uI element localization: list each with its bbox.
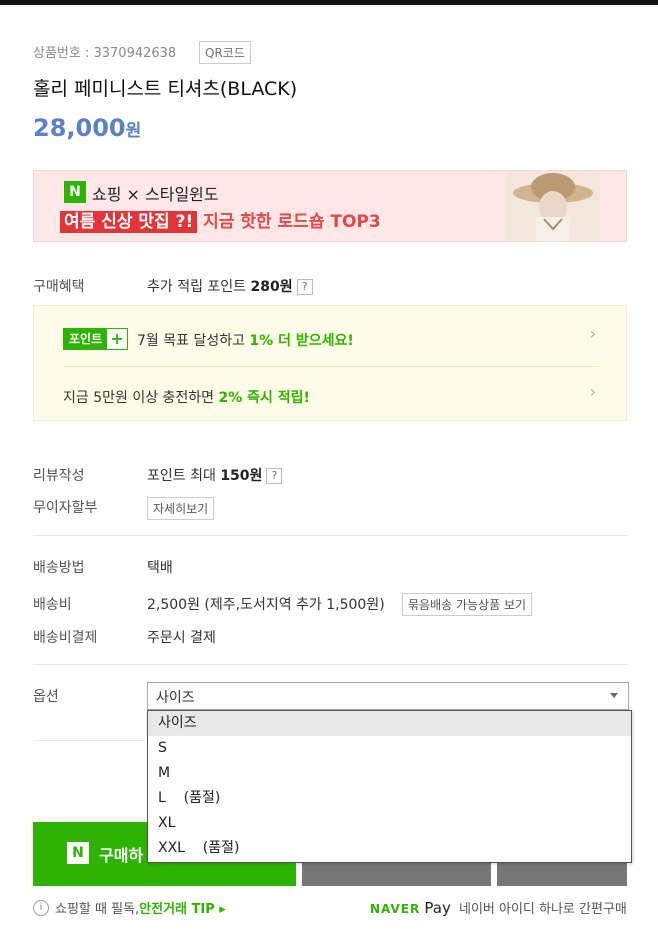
cart-button[interactable] — [302, 862, 491, 886]
installment-detail-button[interactable]: 자세히보기 — [147, 497, 215, 520]
size-option[interactable]: S — [148, 736, 631, 761]
naver-pay-desc: 네이버 아이디 하나로 간편구매 — [458, 902, 627, 917]
row1-highlight: 1% 더 받으세요! — [249, 333, 354, 349]
plus-icon: + — [107, 329, 128, 349]
wishlist-button[interactable] — [497, 862, 627, 886]
chevron-right-icon[interactable]: › — [590, 382, 596, 401]
review-value: 포인트 최대 150원? — [147, 465, 283, 485]
section-divider — [33, 664, 627, 665]
chevron-right-icon[interactable]: › — [590, 324, 596, 343]
buy-button-label: 구매하 — [99, 846, 144, 865]
size-option[interactable]: L (품절) — [148, 786, 631, 811]
benefit-label: 구매혜택 — [33, 279, 85, 295]
benefit-value: 추가 적립 포인트 280원? — [147, 276, 313, 296]
help-icon[interactable]: ? — [296, 279, 313, 295]
naver-n-logo: N — [67, 842, 89, 864]
product-price: 28,000원 — [33, 114, 141, 142]
point-promo-row1[interactable]: 7월 목표 달성하고 1% 더 받으세요! — [137, 330, 354, 350]
product-code: 상품번호 : 3370942638 — [33, 46, 177, 61]
top-bar — [0, 0, 658, 5]
benefit-prefix: 추가 적립 포인트 — [147, 279, 251, 295]
chevron-down-icon — [610, 693, 618, 698]
qr-code-button[interactable]: QR코드 — [199, 41, 251, 64]
help-icon[interactable]: ? — [266, 468, 283, 484]
naver-n-logo: N — [64, 181, 86, 203]
banner-subtext: 지금 핫한 로드숍 TOP3 — [203, 212, 381, 232]
option-label: 옵션 — [33, 689, 59, 705]
info-icon: i — [33, 899, 49, 916]
review-label: 리뷰작성 — [33, 468, 85, 484]
size-option[interactable]: M — [148, 761, 631, 786]
benefit-points: 280원 — [250, 279, 293, 295]
hat-model-image — [506, 171, 600, 241]
size-option[interactable]: 사이즈 — [148, 711, 631, 736]
shipping-payment-value: 주문시 결제 — [147, 630, 216, 646]
size-select[interactable]: 사이즈 — [147, 682, 629, 710]
banner-highlight: 여름 신상 맛집 ?! — [60, 211, 198, 233]
promo-banner[interactable]: N 쇼핑 × 스타일윈도 여름 신상 맛집 ?! 지금 핫한 로드숍 TOP3 — [33, 170, 627, 242]
size-option[interactable]: XL — [148, 811, 631, 836]
shipping-fee-label: 배송비 — [33, 597, 72, 613]
naver-logo: NAVER — [370, 902, 421, 916]
safety-tip-link[interactable]: 안전거래 TIP ▸ — [139, 898, 226, 917]
size-dropdown-list[interactable]: 사이즈 S M L (품절) XL XXL (품절) — [147, 710, 632, 863]
point-plus-badge: 포인트 + — [63, 328, 129, 350]
size-select-value: 사이즈 — [156, 690, 195, 706]
bundle-shipping-button[interactable]: 묶음배송 가능상품 보기 — [402, 593, 533, 616]
shipping-method-label: 배송방법 — [33, 560, 85, 576]
shipping-fee-value: 2,500원 (제주,도서지역 추가 1,500원) — [147, 597, 385, 613]
point-badge-text: 포인트 — [64, 329, 108, 349]
naver-pay-info: NAVER Pay 네이버 아이디 하나로 간편구매 — [370, 898, 627, 917]
shipping-method-value: 택배 — [147, 560, 173, 576]
row2-prefix: 지금 5만원 이상 충전하면 — [63, 390, 219, 406]
safety-tip: i 쇼핑할 때 필독, 안전거래 TIP ▸ — [33, 898, 226, 917]
section-divider — [33, 535, 627, 536]
installment-label: 무이자할부 — [33, 500, 98, 516]
banner-line1: 쇼핑 × 스타일윈도 — [92, 185, 219, 204]
point-promo-row2[interactable]: 지금 5만원 이상 충전하면 2% 즉시 적립! — [63, 387, 310, 407]
row2-highlight: 2% 즉시 적립! — [218, 390, 310, 406]
review-points: 150원 — [220, 468, 263, 484]
review-prefix: 포인트 최대 — [147, 468, 221, 484]
row1-prefix: 7월 목표 달성하고 — [137, 333, 250, 349]
product-title: 홀리 페미니스트 티셔츠(BLACK) — [33, 78, 298, 100]
price-unit: 원 — [125, 121, 142, 141]
pay-logo: Pay — [424, 899, 451, 917]
banner-line2: 여름 신상 맛집 ?! 지금 핫한 로드숍 TOP3 — [60, 207, 381, 233]
price-value: 28,000 — [33, 114, 126, 142]
section-divider — [33, 740, 145, 741]
point-divider — [63, 366, 599, 367]
point-promo-box: 포인트 + 7월 목표 달성하고 1% 더 받으세요! › 지금 5만원 이상 충… — [33, 305, 627, 421]
size-option[interactable]: XXL (품절) — [148, 836, 631, 861]
safety-tip-prefix: 쇼핑할 때 필독, — [55, 902, 140, 917]
shipping-payment-label: 배송비결제 — [33, 630, 98, 646]
